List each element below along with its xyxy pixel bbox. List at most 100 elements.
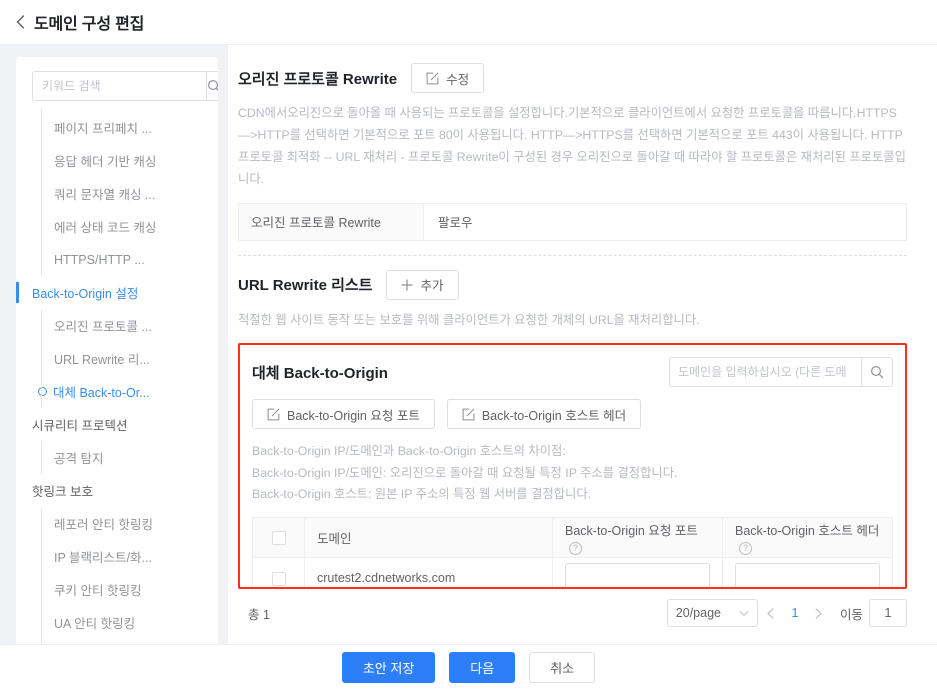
page-number-1[interactable]: 1 [784,606,806,620]
origin-protocol-description: CDN에서오리진으로 돌아올 때 사용되는 프로토콜을 설정합니다.기본적으로 … [238,106,906,186]
origin-protocol-key: 오리진 프로토콜 Rewrite [239,203,424,240]
alt-origin-notes: Back-to-Origin IP/도메인과 Back-to-Origin 호스… [252,441,893,504]
chevron-left-icon[interactable] [12,14,28,30]
main-content: 오리진 프로토콜 Rewrite 수정 CDN에서오리진으로 돌아올 때 사용되… [228,45,937,689]
search-input[interactable] [32,71,206,101]
sidebar-item-response-header-cache[interactable]: 응답 헤더 기반 캐싱 [16,144,218,177]
main-layout: 페이지 프리페치 ... 응답 헤더 기반 캐싱 쿼리 문자열 캐싱 ... 에… [0,45,937,689]
sidebar-item-security-protection[interactable]: 시큐리티 프로텍션 [16,408,218,441]
sidebar-item-label: 공격 탐지 [54,452,104,466]
circle-marker-icon [38,387,47,396]
sidebar-item-page-prefetch[interactable]: 페이지 프리페치 ... [16,107,218,144]
sidebar-item-query-string-cache[interactable]: 쿼리 문자열 캐싱 ... [16,177,218,210]
column-label: 도메인 [317,531,352,546]
alt-origin-header: 대체 Back-to-Origin [252,357,893,388]
domain-search [669,357,893,388]
domain-search-input[interactable] [669,357,861,388]
host-header-input[interactable] [735,563,880,588]
table-row: crutest2.cdnetworks.com [252,557,893,588]
table-head: 도메인 Back-to-Origin 요청 포트? Back-to-Origin… [252,517,893,558]
origin-protocol-value: 팔로우 [438,216,473,230]
jump-page-input[interactable] [869,599,907,628]
sidebar-search [32,71,218,101]
edit-request-port-button[interactable]: Back-to-Origin 요청 포트 [252,399,435,430]
section-title: 오리진 프로토콜 Rewrite [238,70,398,88]
edit-icon [426,72,439,85]
page-size-label: 20/page [675,606,721,621]
sidebar-item-label: 에러 상태 코드 캐싱 [54,221,157,235]
section-divider-1 [238,254,907,256]
sidebar-item-error-status-cache[interactable]: 에러 상태 코드 캐싱 [16,210,218,243]
request-port-input[interactable] [565,563,710,588]
edit-host-header-button[interactable]: Back-to-Origin 호스트 헤더 [446,399,642,430]
edit-icon [462,408,475,421]
alt-origin-note: Back-to-Origin 호스트: 원본 IP 주소의 특정 웹 서버를 결… [252,486,592,501]
sidebar-item-label: 쿼리 문자열 캐싱 ... [54,188,156,202]
alt-back-to-origin-section: 대체 Back-to-Origin 도메인을 입력하십시오 (다른 도메 Bac… [238,343,907,590]
sidebar-nav: 페이지 프리페치 ... 응답 헤더 기반 캐싱 쿼리 문자열 캐싱 ... 에… [16,107,218,667]
sidebar-item-ua-anti-hotlinking[interactable]: UA 안티 핫링킹 [16,606,218,639]
cancel-button[interactable]: 취소 [529,651,596,683]
edit-host-header-label: Back-to-Origin 호스트 헤더 [481,408,627,423]
section-title: 대체 Back-to-Origin [252,364,388,382]
chevron-down-icon [739,610,749,617]
footer-action-bar: 초안 저장 다음 취소 [0,644,937,689]
host-header-column-header: Back-to-Origin 호스트 헤더? [722,517,893,558]
edit-origin-protocol-button[interactable]: 수정 [411,63,485,93]
select-all-header [252,517,305,558]
alt-origin-table: 도메인 Back-to-Origin 요청 포트? Back-to-Origin… [252,516,893,588]
url-rewrite-description: 적절한 웹 사이트 동작 또는 보호를 위해 클라이언트가 요청한 개체의 UR… [238,312,700,327]
add-url-rewrite-label: 추가 [420,279,444,293]
page-size-select[interactable]: 20/page [666,599,758,628]
help-icon[interactable]: ? [569,541,582,555]
sidebar-item-hotlink-protection[interactable]: 핫링크 보호 [16,474,218,507]
column-label: Back-to-Origin 호스트 헤더 [735,523,880,538]
chevron-left-icon[interactable] [758,600,784,626]
sidebar-item-ip-blacklist-whitelist[interactable]: IP 블랙리스트/화... [16,540,218,573]
url-rewrite-section: URL Rewrite 리스트 추가 적절한 웹 사이트 동작 또는 보호를 위… [238,269,907,332]
section-title: URL Rewrite 리스트 [238,277,373,294]
jump-label: 이동 [839,607,863,622]
sidebar-item-origin-protocol[interactable]: 오리진 프로토콜 ... [16,309,218,342]
pagination: 총 1 20/page 1 이동 1 [238,599,907,628]
sidebar-item-https-http[interactable]: HTTPS/HTTP ... [16,243,218,276]
edit-request-port-label: Back-to-Origin 요청 포트 [287,408,420,423]
sidebar-item-label: 대체 Back-to-Or... [53,386,150,400]
alt-origin-note: Back-to-Origin IP/도메인과 Back-to-Origin 호스… [252,444,566,459]
sidebar-item-attack-detection[interactable]: 공격 탐지 [16,441,218,474]
add-url-rewrite-button[interactable]: 추가 [386,269,459,300]
select-all-checkbox[interactable] [271,530,286,545]
next-button[interactable]: 다음 [449,651,516,683]
sidebar-item-cookie-anti-hotlinking[interactable]: 쿠키 안티 핫링킹 [16,573,218,606]
chevron-right-icon[interactable] [806,600,832,626]
total-count-label: 총 1 [248,607,270,622]
search-icon[interactable] [861,357,893,388]
alt-origin-note: Back-to-Origin IP/도메인: 오리진으로 돌아갈 때 요청될 특… [252,465,678,480]
sidebar-item-label: 오리진 프로토콜 ... [54,320,152,334]
edit-icon [267,408,280,421]
request-port-cell [552,557,723,588]
help-icon[interactable]: ? [739,541,752,555]
sidebar-item-label: URL Rewrite 리... [54,353,150,367]
sidebar-item-label: 페이지 프리페치 ... [54,122,152,136]
row-checkbox[interactable] [271,571,286,586]
sidebar-card: 페이지 프리페치 ... 응답 헤더 기반 캐싱 쿼리 문자열 캐싱 ... 에… [16,57,218,677]
sidebar-item-label: HTTPS/HTTP ... [54,252,145,267]
sidebar-item-url-rewrite-list[interactable]: URL Rewrite 리... [16,342,218,375]
sidebar-item-referer-anti-hotlinking[interactable]: 레포러 안티 핫링킹 [16,507,218,540]
sidebar-item-label: IP 블랙리스트/화... [54,551,152,565]
sidebar-item-label: 핫링크 보호 [32,485,93,499]
domain-cell: crutest2.cdnetworks.com [304,557,553,588]
save-draft-button[interactable]: 초안 저장 [341,651,436,683]
request-port-column-header: Back-to-Origin 요청 포트? [552,517,723,558]
search-icon[interactable] [206,71,218,101]
origin-protocol-section: 오리진 프로토콜 Rewrite 수정 CDN에서오리진으로 돌아올 때 사용되… [238,63,907,241]
column-label: Back-to-Origin 요청 포트 [565,523,698,538]
origin-protocol-value-table: 오리진 프로토콜 Rewrite 팔로우 [238,202,907,241]
edit-origin-protocol-label: 수정 [446,72,470,87]
sidebar-item-alt-back-to-origin[interactable]: 대체 Back-to-Or... [16,375,218,408]
sidebar-item-label: Back-to-Origin 설정 [32,287,139,301]
sidebar-item-label: UA 안티 핫링킹 [54,617,136,631]
top-header-bar: 도메인 구성 편집 [0,0,937,45]
sidebar-item-back-to-origin-settings[interactable]: Back-to-Origin 설정 [16,276,218,309]
